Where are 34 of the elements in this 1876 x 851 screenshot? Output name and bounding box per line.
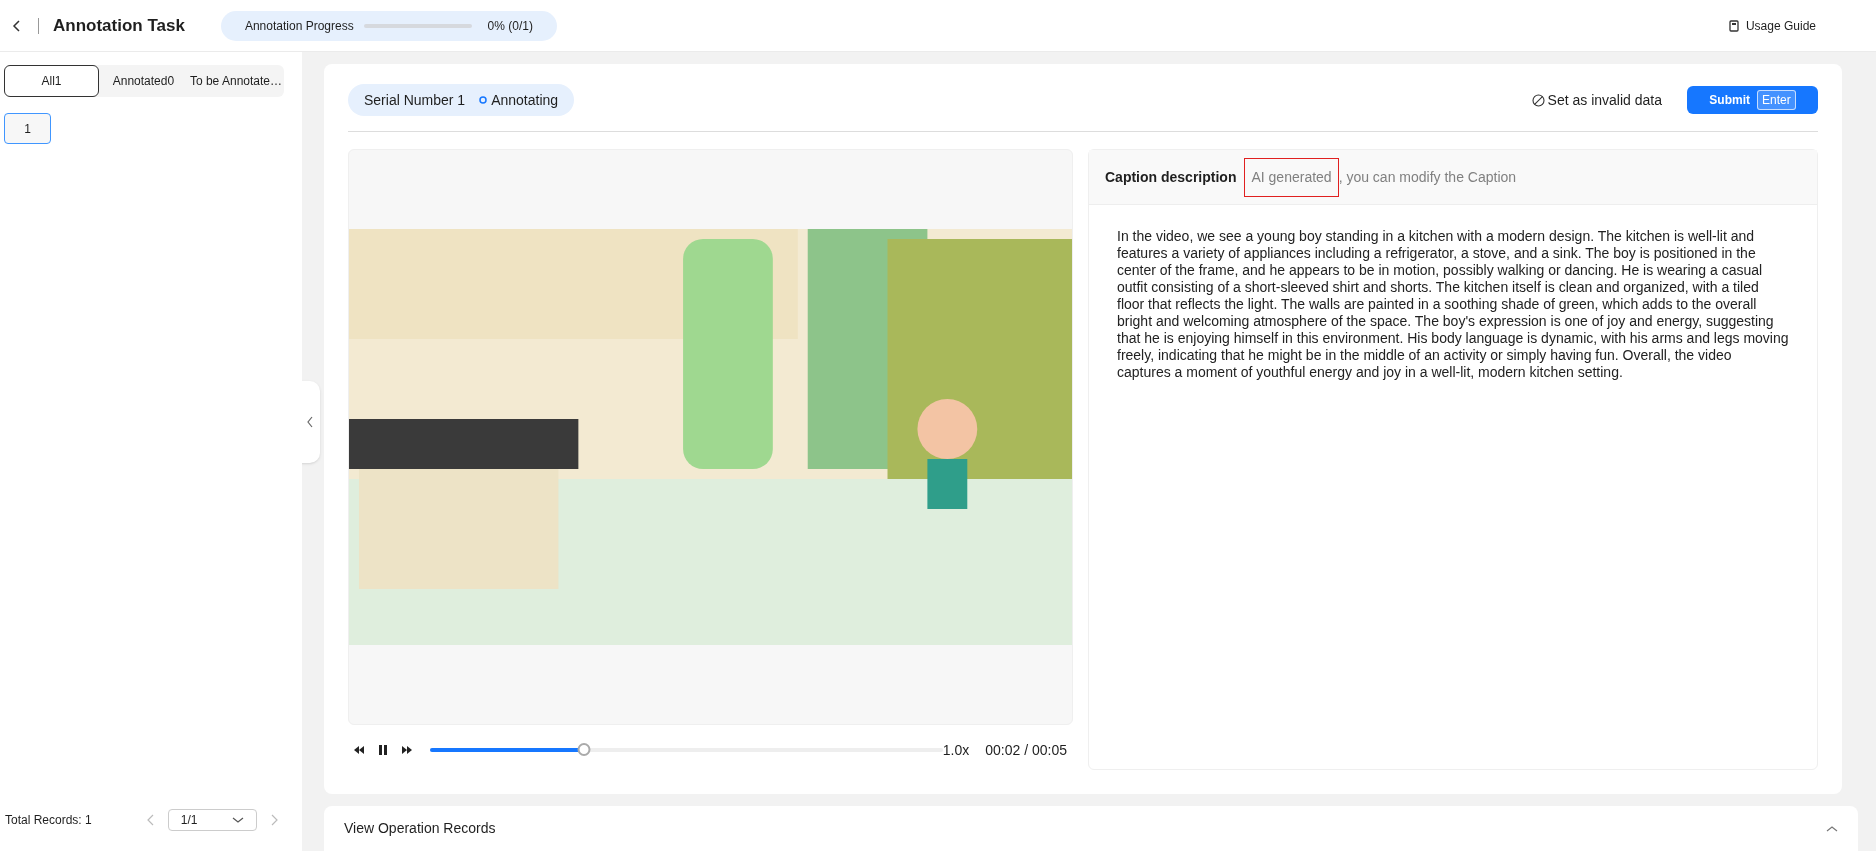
caption-title: Caption description: [1105, 167, 1237, 187]
rewind-icon[interactable]: [354, 746, 364, 755]
collapse-handle[interactable]: [300, 380, 320, 463]
page-select[interactable]: 1/1: [167, 809, 257, 831]
caption-text[interactable]: In the video, we see a young boy standing in a kitchen with a modern design. The kitchen is well-lit and features a variety of appliances including a refrigerator, a stove, and a sink. The boy is positioned in the center of the frame, and he appears to be in motion, possibly walking or dancing. He is wearing a casual outfit consisting of a short-sleeved shirt and shorts. The kitchen itself is clean and organized, with a tiled floor that reflects the light. The walls are painted in a soothing shade of green, which adds to the overall bright and welcoming atmosphere of the space. The boy's expression is one of joy and energy, suggesting that he is enjoying himself in this environment. His body language is dynamic, with his arms and legs moving freely, indicating that he might be in the middle of an activity or simply having fun. Overall, the video captures a moment of youthful energy and joy in a well-lit, modern kitchen setting.: [1117, 228, 1789, 381]
key-hint: Enter: [1757, 90, 1796, 110]
playback-speed[interactable]: 1.0x: [942, 739, 970, 761]
caret-icon: [231, 816, 244, 824]
invalid-data-button[interactable]: Set as invalid data: [1531, 89, 1662, 111]
filter-tab[interactable]: Annotated0: [98, 65, 188, 97]
submit-button[interactable]: Submit Enter: [1687, 86, 1818, 114]
progress-reading: 0% (0/1): [487, 17, 533, 35]
caption-hint: , you can modify the Caption: [1338, 167, 1517, 187]
highlighted-hint: AI generated: [1244, 157, 1339, 197]
book-icon: [1727, 19, 1740, 32]
usage-guide-link[interactable]: Usage Guide: [1745, 16, 1816, 35]
total-records: Total Records: 1: [5, 812, 92, 829]
operation-records-panel[interactable]: View Operation Records: [324, 806, 1858, 851]
chevron-left-icon: [306, 415, 314, 428]
page-title: Annotation Task: [53, 14, 185, 37]
playback-thumb[interactable]: [577, 743, 591, 757]
chevron-up-icon: [1826, 824, 1838, 833]
record-item[interactable]: 1: [4, 113, 51, 144]
progress-label: Annotation Progress: [244, 17, 354, 35]
status-dot-icon: [479, 96, 488, 104]
fast-forward-icon[interactable]: [402, 746, 412, 755]
status-label: Annotating: [491, 90, 559, 110]
pause-icon[interactable]: [379, 745, 387, 756]
prohibited-icon: [1531, 93, 1545, 107]
playback-time: 00:02 / 00:05: [985, 740, 1067, 760]
filter-tab[interactable]: All1: [4, 65, 99, 97]
operation-records-title: View Operation Records: [344, 819, 496, 838]
serial-number: Serial Number 1: [364, 90, 466, 110]
filter-tab[interactable]: To be Annotate…: [187, 65, 284, 97]
